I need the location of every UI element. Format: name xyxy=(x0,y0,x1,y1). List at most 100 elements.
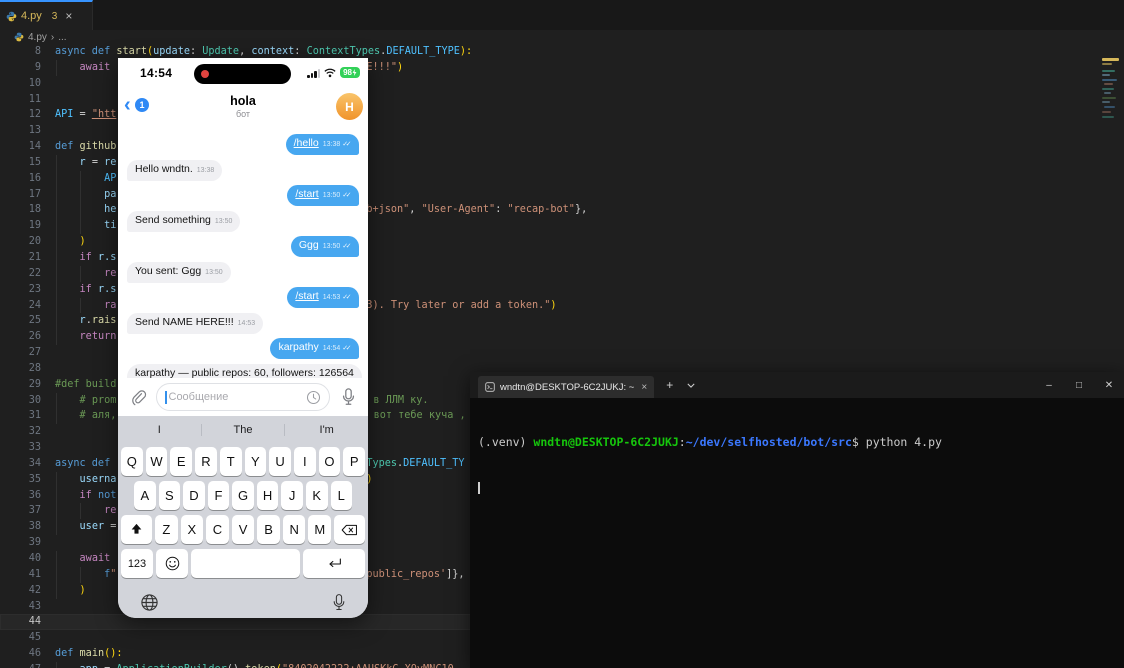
line-number: 32 xyxy=(0,424,55,440)
chat-message-in[interactable]: You sent: Ggg13:50 xyxy=(127,262,231,283)
indent-guide xyxy=(56,329,57,345)
cellular-signal-icon xyxy=(307,69,320,78)
keyboard-row-4: 123 xyxy=(118,549,368,578)
key-o[interactable]: O xyxy=(319,447,341,476)
key-q[interactable]: Q xyxy=(121,447,143,476)
return-key[interactable] xyxy=(303,549,365,578)
key-y[interactable]: Y xyxy=(245,447,267,476)
key-w[interactable]: W xyxy=(146,447,168,476)
indent-guide xyxy=(80,218,81,234)
keyboard-row-1: QWERTYUIOP xyxy=(118,447,368,476)
attach-button[interactable] xyxy=(125,384,151,410)
suggestion[interactable]: I xyxy=(118,424,201,436)
line-number: 24 xyxy=(0,298,55,314)
key-e[interactable]: E xyxy=(170,447,192,476)
chat-message-out[interactable]: Ggg13:50✓✓ xyxy=(291,236,359,257)
indent-guide xyxy=(56,408,57,424)
line-number: 44 xyxy=(0,614,55,630)
chat-title[interactable]: hola xyxy=(118,94,368,108)
terminal-title-bar[interactable]: wndtn@DESKTOP-6C2JUKJ: ~ × + – □ ✕ xyxy=(470,372,1124,398)
key-c[interactable]: C xyxy=(206,515,229,544)
indent-guide xyxy=(56,488,57,504)
line-number: 18 xyxy=(0,202,55,218)
key-n[interactable]: N xyxy=(283,515,306,544)
read-ticks-icon: ✓✓ xyxy=(342,192,351,199)
minimize-button[interactable]: – xyxy=(1034,372,1064,398)
key-h[interactable]: H xyxy=(257,481,279,510)
key-d[interactable]: D xyxy=(183,481,205,510)
space-key[interactable] xyxy=(191,549,300,578)
key-a[interactable]: A xyxy=(134,481,156,510)
key-u[interactable]: U xyxy=(269,447,291,476)
breadcrumb-file[interactable]: 4.py xyxy=(28,32,47,43)
chat-message-in[interactable]: Send something13:50 xyxy=(127,211,240,232)
avatar[interactable]: H xyxy=(336,93,363,120)
tab-close-icon[interactable]: × xyxy=(65,9,72,23)
read-ticks-icon: ✓✓ xyxy=(342,243,351,250)
key-i[interactable]: I xyxy=(294,447,316,476)
indent-guide xyxy=(80,567,81,583)
breadcrumb-more[interactable]: ... xyxy=(58,32,66,43)
key-v[interactable]: V xyxy=(232,515,255,544)
chat-message-out[interactable]: /hello13:38✓✓ xyxy=(286,134,359,155)
key-p[interactable]: P xyxy=(343,447,365,476)
key-f[interactable]: F xyxy=(208,481,230,510)
phone-status-bar: 14:54 98 xyxy=(118,58,368,88)
key-j[interactable]: J xyxy=(281,481,303,510)
key-m[interactable]: M xyxy=(308,515,331,544)
numbers-key[interactable]: 123 xyxy=(121,549,153,578)
globe-key[interactable] xyxy=(140,593,159,612)
key-b[interactable]: B xyxy=(257,515,280,544)
line-number: 21 xyxy=(0,250,55,266)
maximize-button[interactable]: □ xyxy=(1064,372,1094,398)
tab-4py[interactable]: 4.py 3 × xyxy=(0,0,93,30)
key-z[interactable]: Z xyxy=(155,515,178,544)
dictation-key[interactable] xyxy=(332,593,346,612)
indent-guide xyxy=(56,218,57,234)
close-button[interactable]: ✕ xyxy=(1094,372,1124,398)
line-number: 17 xyxy=(0,187,55,203)
emoji-key[interactable] xyxy=(156,549,188,578)
line-number: 43 xyxy=(0,599,55,615)
scheduled-clock-icon[interactable] xyxy=(306,390,321,405)
backspace-key[interactable] xyxy=(334,515,365,544)
tab-dropdown-chevron-icon[interactable] xyxy=(687,383,695,388)
indent-guide xyxy=(56,202,57,218)
line-number: 10 xyxy=(0,76,55,92)
line-number: 20 xyxy=(0,234,55,250)
line-number: 14 xyxy=(0,139,55,155)
line-number: 12 xyxy=(0,107,55,123)
terminal-output[interactable]: (.venv) wndtn@DESKTOP-6C2JUKJ:~/dev/self… xyxy=(470,398,1124,668)
voice-message-button[interactable] xyxy=(335,384,361,410)
message-input-bar: Сообщение xyxy=(118,378,368,416)
chat-message-in[interactable]: Send NAME HERE!!!14:53 xyxy=(127,313,263,334)
chat-message-list[interactable]: /hello13:38✓✓ Hello wndtn.13:38/start13:5… xyxy=(118,125,368,378)
minimap[interactable] xyxy=(1100,48,1124,348)
key-l[interactable]: L xyxy=(331,481,353,510)
key-g[interactable]: G xyxy=(232,481,254,510)
line-number: 45 xyxy=(0,630,55,646)
terminal-tab[interactable]: wndtn@DESKTOP-6C2JUKJ: ~ × xyxy=(478,376,654,398)
key-k[interactable]: K xyxy=(306,481,328,510)
charging-bolt-icon xyxy=(352,69,357,76)
key-t[interactable]: T xyxy=(220,447,242,476)
key-x[interactable]: X xyxy=(181,515,204,544)
terminal-tab-close-icon[interactable]: × xyxy=(641,382,647,393)
chat-message-in[interactable]: Hello wndtn.13:38 xyxy=(127,160,222,181)
backspace-icon xyxy=(341,524,358,536)
tab-title: 4.py xyxy=(21,10,42,22)
chat-message-out[interactable]: /start13:50✓✓ xyxy=(287,185,359,206)
indent-guide xyxy=(56,472,57,488)
indent-guide xyxy=(56,551,57,567)
message-input[interactable]: Сообщение xyxy=(156,383,330,411)
chat-header: ‹ 1 hola бот H xyxy=(118,88,368,126)
new-tab-button[interactable]: + xyxy=(666,378,673,392)
suggestion[interactable]: The xyxy=(201,424,285,436)
chat-message-out[interactable]: /start14:53✓✓ xyxy=(287,287,359,308)
key-s[interactable]: S xyxy=(159,481,181,510)
suggestion[interactable]: I'm xyxy=(284,424,368,436)
breadcrumb[interactable]: 4.py › ... xyxy=(0,30,1124,44)
chat-message-out[interactable]: karpathy14:54✓✓ xyxy=(270,338,359,359)
key-r[interactable]: R xyxy=(195,447,217,476)
shift-key[interactable] xyxy=(121,515,152,544)
